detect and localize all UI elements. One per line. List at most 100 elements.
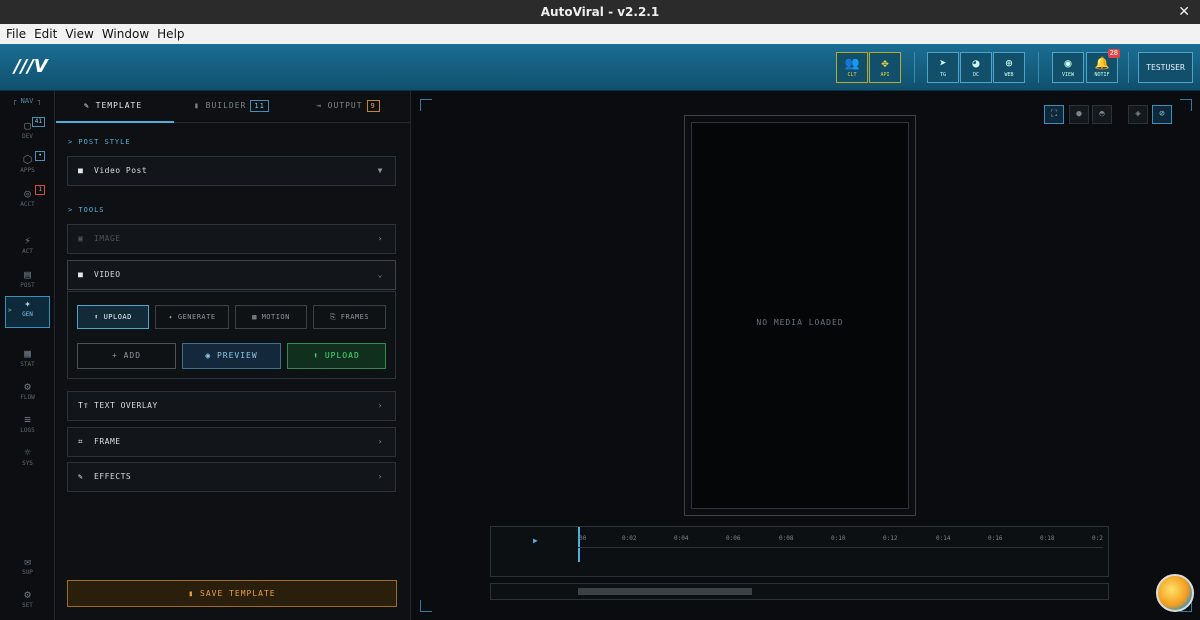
preview-button[interactable]: ◉ PREVIEW — [182, 343, 281, 369]
tick-label: 0:06 — [726, 535, 741, 542]
hide-overlay-icon[interactable]: ⊘ — [1152, 105, 1172, 124]
nav-item-flow[interactable]: ⚙ FLOW — [5, 380, 50, 410]
assistant-avatar-icon[interactable] — [1156, 574, 1194, 612]
menu-edit[interactable]: Edit — [34, 24, 57, 44]
tick-label: 0:2 — [1092, 535, 1103, 542]
menu-window[interactable]: Window — [102, 24, 149, 44]
tool-text-overlay[interactable]: Tт TEXT OVERLAY › — [67, 391, 396, 421]
tab-template[interactable]: ✎ TEMPLATE — [56, 91, 174, 123]
nav-label: FLOW — [20, 394, 35, 401]
scroll-thumb[interactable] — [578, 588, 752, 595]
api-button[interactable]: ✥ API — [869, 52, 901, 83]
close-icon[interactable]: ✕ — [1178, 0, 1190, 24]
dc-button[interactable]: ◕ DC — [960, 52, 992, 83]
video-mode-motion[interactable]: ▩ MOTION — [235, 305, 307, 329]
tg-button[interactable]: ➤ TG — [927, 52, 959, 83]
tick-label: 0:02 — [622, 535, 637, 542]
nav-item-dev[interactable]: ▢ DEV 41 — [5, 117, 50, 149]
nav-item-set[interactable]: ⚙ SET — [5, 588, 50, 618]
mode-label: FRAMES — [340, 313, 370, 321]
nav-label: DEV — [22, 133, 33, 140]
nav-item-sup[interactable]: ✉ SUP — [5, 555, 50, 585]
save-template-button[interactable]: ▮ SAVE TEMPLATE — [67, 580, 397, 607]
tool-effects[interactable]: ✎ EFFECTS › — [67, 462, 396, 492]
app-header: ///V 👥 CLT ✥ API ➤ TG ◕ DC ⊕ WEB ◉ VIEW … — [0, 44, 1200, 91]
add-button[interactable]: + ADD — [77, 343, 176, 369]
sys-icon: ☼ — [24, 446, 31, 459]
panel-tabs: ✎ TEMPLATE ▮ BUILDER 11 ⇥ OUTPUT 9 — [56, 91, 411, 123]
view-label: VIEW — [1061, 72, 1075, 78]
video-mode-generate[interactable]: ✦ GENERATE — [155, 305, 229, 329]
menu-file[interactable]: File — [6, 24, 26, 44]
nav-item-act[interactable]: ⚡ ACT — [5, 234, 50, 264]
tool-text-overlay-label: TEXT OVERLAY — [94, 401, 158, 410]
menu-help[interactable]: Help — [157, 24, 184, 44]
tab-label: BUILDER — [205, 101, 247, 110]
apple-icon[interactable]: ● — [1069, 105, 1089, 124]
logs-icon: ≡ — [24, 413, 31, 426]
tab-output[interactable]: ⇥ OUTPUT 9 — [316, 91, 380, 123]
nav-item-apps[interactable]: ⬡ APPS • — [5, 151, 50, 183]
sparkle-icon: ✦ — [168, 313, 178, 321]
web-button[interactable]: ⊕ WEB — [993, 52, 1025, 83]
nav-item-stat[interactable]: ▦ STAT — [5, 347, 50, 377]
bolt-icon: ⚡ — [24, 234, 31, 247]
upload-label: UPLOAD — [324, 351, 360, 360]
video-icon: ■ — [78, 270, 84, 279]
post-icon: ▤ — [24, 268, 31, 281]
upload-button[interactable]: ⬆ UPLOAD — [287, 343, 386, 369]
timeline-scrollbar[interactable] — [490, 583, 1109, 600]
nav-item-logs[interactable]: ≡ LOGS — [5, 413, 50, 443]
play-icon[interactable]: ▶ — [533, 536, 538, 545]
sparkle-icon: ✦ — [24, 297, 31, 310]
bookmark-icon: ▮ — [194, 101, 206, 110]
corner-bracket — [1180, 99, 1192, 111]
clt-button[interactable]: 👥 CLT — [836, 52, 868, 83]
wand-icon: ✎ — [84, 101, 96, 110]
playhead[interactable] — [578, 527, 580, 562]
post-style-value: Video Post — [94, 166, 148, 175]
notif-button[interactable]: 🔔 NOTIF 28 — [1086, 49, 1120, 83]
nav-item-gen[interactable]: > ✦ GEN — [5, 296, 50, 328]
chevron-down-icon: ▼ — [377, 166, 383, 175]
android-icon[interactable]: ◓ — [1092, 105, 1112, 124]
video-mode-frames[interactable]: ⎘ FRAMES — [313, 305, 386, 329]
tab-builder[interactable]: ▮ BUILDER 11 — [194, 91, 269, 123]
window-title: AutoViral - v2.2.1 — [540, 5, 660, 19]
tool-frame[interactable]: ⌗ FRAME › — [67, 427, 396, 457]
view-button[interactable]: ◉ VIEW — [1052, 52, 1084, 83]
tick-label: 00 — [579, 535, 587, 542]
nav-item-post[interactable]: ▤ POST — [5, 268, 50, 298]
video-icon: ■ — [78, 166, 84, 175]
tool-image[interactable]: ▣ IMAGE › — [67, 224, 396, 254]
support-icon: ✉ — [24, 555, 31, 568]
tool-video-header[interactable]: ■ VIDEO ⌄ — [67, 260, 396, 290]
nav-label: GEN — [22, 311, 33, 318]
bell-icon: 🔔 — [1094, 56, 1110, 70]
upload-icon: ⬆ — [313, 351, 325, 360]
media-area[interactable]: NO MEDIA LOADED — [691, 122, 909, 509]
chevron-right-icon: › — [377, 437, 383, 446]
layers-icon[interactable]: ◈ — [1128, 105, 1148, 124]
network-icon: ✥ — [881, 56, 889, 70]
user-button[interactable]: TESTUSER — [1138, 52, 1193, 83]
menubar: File Edit View Window Help — [0, 24, 1200, 44]
nav-item-sys[interactable]: ☼ SYS — [5, 446, 50, 476]
image-icon: ▣ — [78, 234, 84, 243]
discord-icon: ◕ — [972, 56, 980, 70]
eye-icon: ◉ — [205, 351, 217, 360]
fullscreen-button[interactable]: ⛶ — [1044, 105, 1064, 124]
tick-label: 0:12 — [883, 535, 898, 542]
tab-label: OUTPUT — [327, 101, 363, 110]
menu-view[interactable]: View — [65, 24, 93, 44]
timeline[interactable]: ▶ 00 0:02 0:04 0:06 0:08 0:10 0:12 0:14 … — [490, 526, 1109, 577]
no-media-text: NO MEDIA LOADED — [756, 318, 844, 327]
stats-icon: ▦ — [24, 347, 31, 360]
tool-image-label: IMAGE — [94, 234, 121, 243]
tick-label: 0:04 — [674, 535, 689, 542]
app-logo[interactable]: ///V — [14, 56, 48, 77]
nav-item-acct[interactable]: ◎ ACCT 1 — [5, 185, 50, 217]
video-mode-upload[interactable]: ⬆ UPLOAD — [77, 305, 149, 329]
crop-icon: ⌗ — [78, 437, 84, 446]
post-style-select[interactable]: ■ Video Post ▼ — [67, 156, 396, 186]
